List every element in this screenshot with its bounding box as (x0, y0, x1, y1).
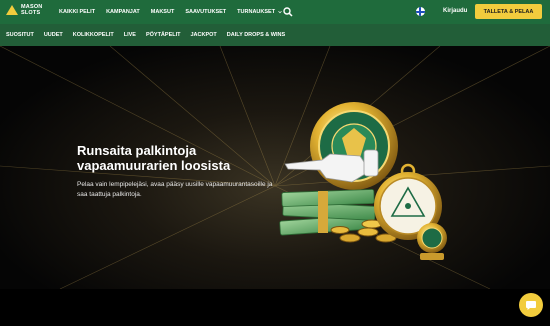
nav-item-turnaukset-label: TURNAUKSET (237, 9, 276, 15)
category-navigation-bar: SUOSITUT UUDET KOLIKKOPELIT LIVE PÖYTÄPE… (0, 24, 550, 46)
category-poytapelit[interactable]: PÖYTÄPELIT (146, 32, 181, 38)
page-bottom-area (0, 289, 550, 326)
nav-item-saavutukset[interactable]: SAAVUTUKSET (185, 9, 226, 15)
mason-slots-logo[interactable]: MASON SLOTS (6, 4, 45, 16)
logo-triangle-icon (6, 5, 18, 15)
cash-stack-icon (279, 189, 376, 236)
hero-headline: Runsaita palkintoja vapaamuurarien loosi… (77, 143, 231, 173)
chevron-down-icon (278, 11, 282, 14)
chat-icon (526, 301, 536, 310)
chat-button[interactable] (519, 293, 543, 317)
category-suositut[interactable]: SUOSITUT (6, 32, 34, 38)
hero-banner: Runsaita palkintoja vapaamuurarien loosi… (0, 46, 550, 289)
category-daily-drops-wins[interactable]: DAILY DROPS & WINS (227, 32, 285, 38)
green-emblem-coin-icon (417, 223, 447, 260)
finland-flag-icon[interactable] (416, 7, 425, 16)
category-kolikkopelit[interactable]: KOLIKKOPELIT (73, 32, 114, 38)
search-icon[interactable] (283, 7, 293, 17)
category-nav: SUOSITUT UUDET KOLIKKOPELIT LIVE PÖYTÄPE… (6, 24, 295, 46)
top-navigation-bar: MASON SLOTS KAIKKI PELIT KAMPANJAT MAKSU… (0, 0, 550, 24)
main-nav: KAIKKI PELIT KAMPANJAT MAKSUT SAAVUTUKSE… (59, 0, 293, 24)
deposit-and-play-button[interactable]: TALLETA & PELAA (475, 4, 542, 19)
category-uudet[interactable]: UUDET (44, 32, 63, 38)
nav-item-kampanjat[interactable]: KAMPANJAT (106, 9, 140, 15)
nav-item-kaikki-pelit[interactable]: KAIKKI PELIT (59, 9, 95, 15)
category-live[interactable]: LIVE (124, 32, 136, 38)
login-link[interactable]: Kirjaudu (443, 8, 467, 14)
hero-description: Pelaa vain lempipelejäsi, avaa pääsy uus… (77, 181, 273, 198)
nav-item-turnaukset[interactable]: TURNAUKSET (237, 9, 282, 15)
category-jackpot[interactable]: JACKPOT (190, 32, 216, 38)
logo-text-line2: SLOTS (21, 10, 41, 16)
nav-item-maksut[interactable]: MAKSUT (151, 9, 175, 15)
